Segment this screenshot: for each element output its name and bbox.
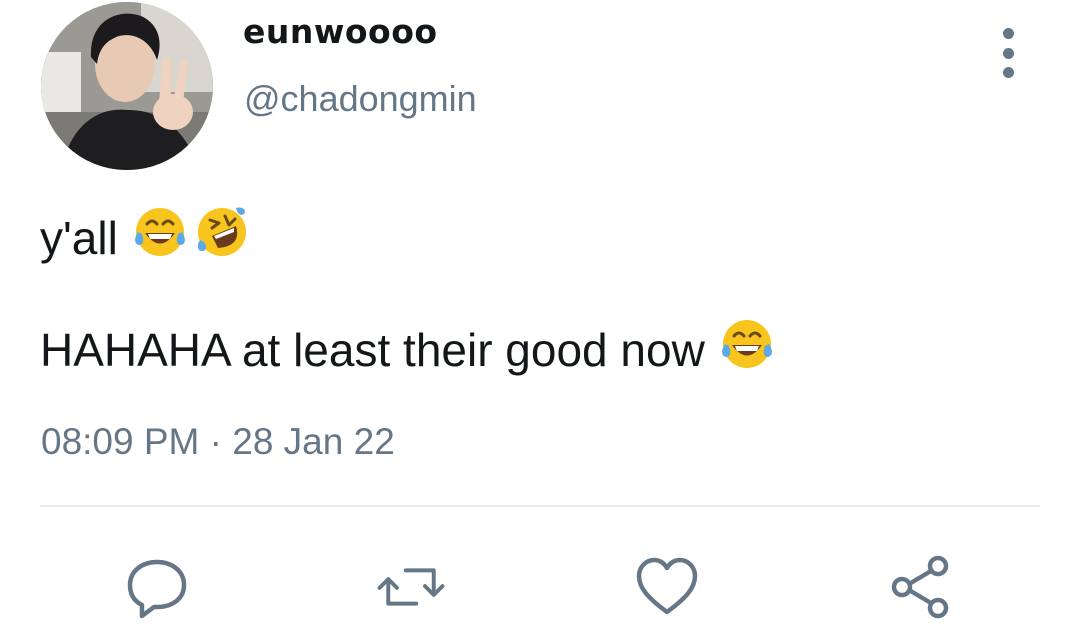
retweet-icon [377,568,445,606]
share-button[interactable] [886,552,956,622]
more-options-button[interactable] [990,28,1026,78]
rolling-on-the-floor-laughing-icon [192,202,252,273]
divider [40,505,1040,507]
share-icon [891,555,949,619]
retweet-button[interactable] [376,552,446,622]
user-handle[interactable]: @chadongmin [244,78,477,120]
more-dot-icon [1002,28,1014,39]
face-with-tears-of-joy-icon [130,202,190,273]
heart-icon [636,557,698,615]
face-with-tears-of-joy-icon [717,314,777,385]
display-name[interactable]: eunwoooo [243,12,438,52]
reply-icon [127,559,187,619]
more-dot-icon [1002,47,1014,59]
tweet-text: HAHAHA at least their good now [40,323,705,376]
tweet-text-line: HAHAHA at least their good now [40,314,777,385]
more-dot-icon [1002,67,1014,78]
avatar[interactable] [41,2,213,170]
tweet-text-line: y'all [40,202,252,273]
tweet-card: eunwoooo @chadongmin y'all HAHAHA at lea… [0,0,1080,642]
reply-button[interactable] [122,552,192,622]
tweet-text: y'all [40,211,118,264]
like-button[interactable] [632,552,702,622]
tweet-timestamp[interactable]: 08:09 PM · 28 Jan 22 [41,420,395,464]
